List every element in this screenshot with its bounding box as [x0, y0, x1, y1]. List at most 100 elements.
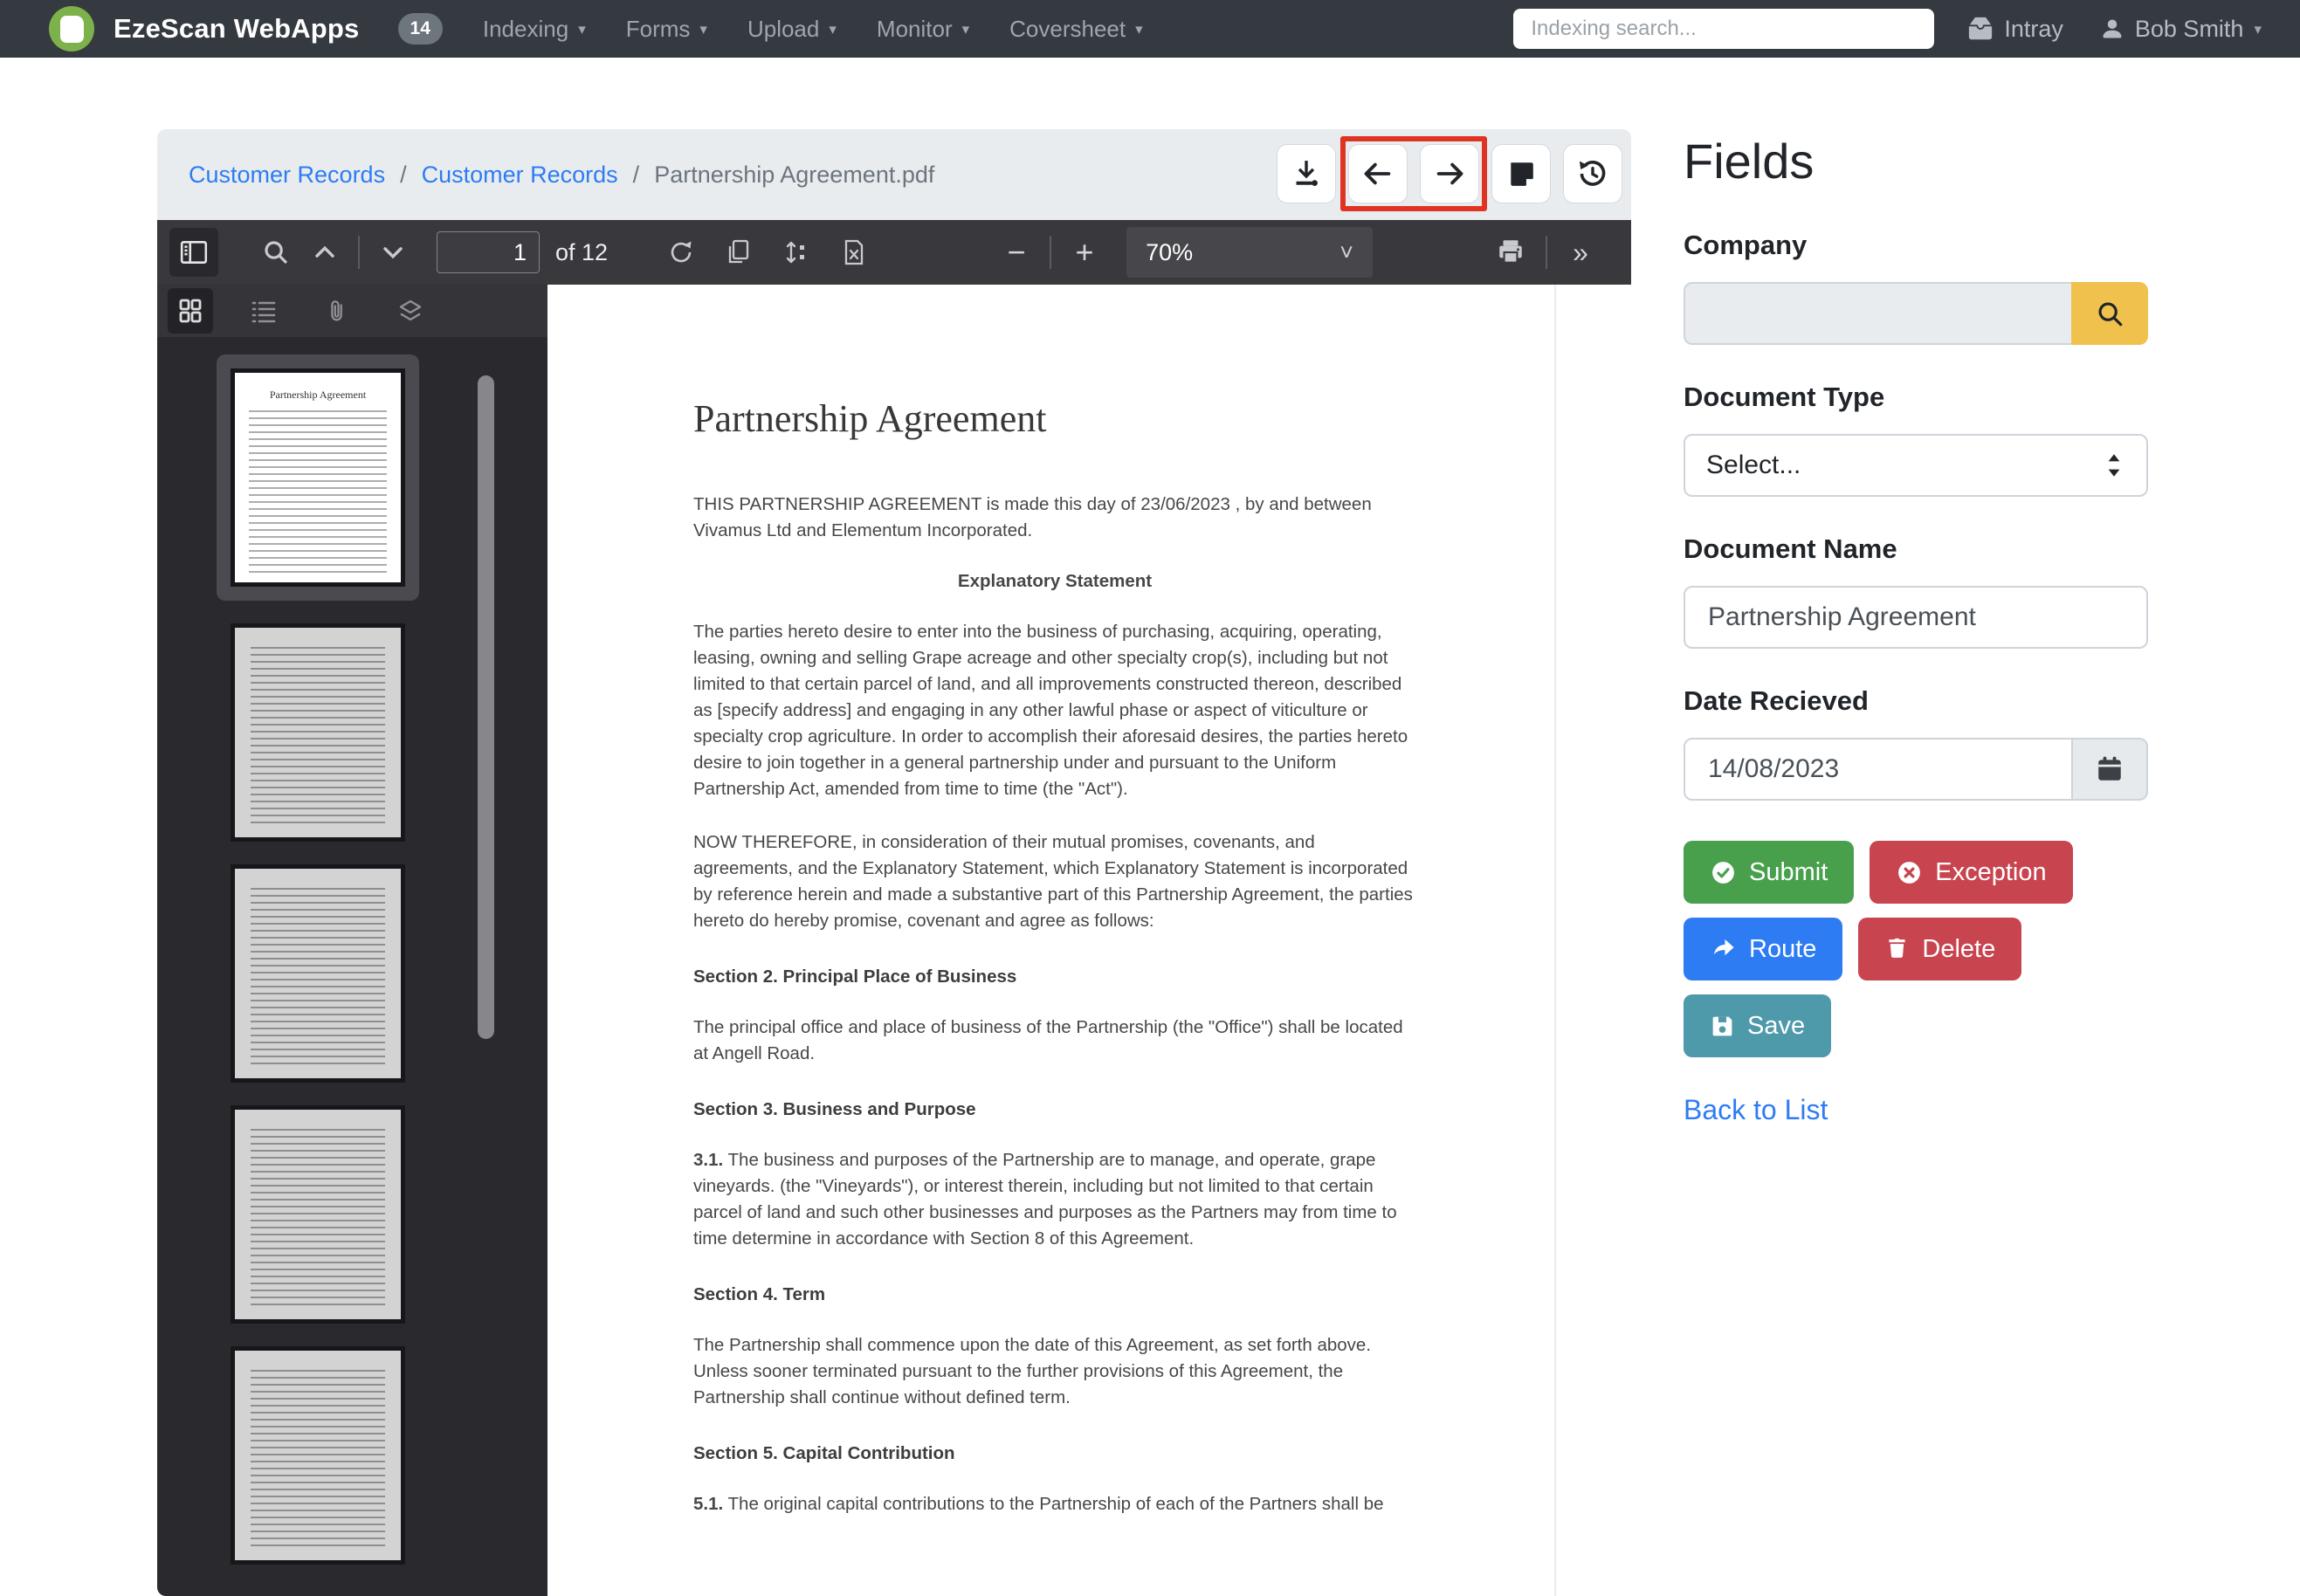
thumbnail-text-lines [251, 647, 385, 827]
thumbnail-page-3[interactable] [231, 864, 405, 1083]
company-search-button[interactable] [2071, 282, 2148, 345]
grid-icon [176, 297, 204, 325]
menu-monitor[interactable]: Monitor ▾ [877, 16, 969, 43]
clause-number: 5.1. [693, 1494, 723, 1514]
sidebar-toggle-icon [179, 237, 209, 267]
thumbnail-page-2[interactable] [231, 623, 405, 842]
document-type-label: Document Type [1684, 382, 2148, 413]
route-forward-icon [1710, 936, 1737, 963]
page-right-edge [1554, 285, 1556, 1596]
app-title[interactable]: EzeScan WebApps [114, 13, 360, 45]
caret-down-icon: ▾ [578, 22, 586, 37]
document-section-heading: Section 2. Principal Place of Business [693, 967, 1416, 987]
zoom-out-button[interactable]: − [992, 228, 1041, 277]
page-number-input[interactable] [437, 231, 540, 273]
layers-button[interactable] [388, 288, 433, 334]
document-action-toolbar [1277, 144, 1622, 203]
indexing-search-input[interactable] [1513, 9, 1934, 49]
document-type-field: Document Type Select... [1684, 382, 2148, 497]
thumbnail-sidebar: Partnership Agreement [157, 285, 547, 1596]
user-menu[interactable]: Bob Smith ▾ [2100, 16, 2262, 43]
thumbnail-page-1-selected[interactable]: Partnership Agreement [217, 354, 419, 601]
document-paragraph: 5.1. The original capital contributions … [693, 1491, 1416, 1517]
breadcrumb-current-file: Partnership Agreement.pdf [654, 162, 934, 189]
download-icon [1291, 159, 1321, 189]
date-picker-button[interactable] [2073, 738, 2148, 801]
submit-button[interactable]: Submit [1684, 841, 1854, 904]
thumbnail-scrollbar[interactable] [478, 375, 494, 1039]
document-paragraph: The Partnership shall commence upon the … [693, 1332, 1416, 1411]
document-paragraph: THIS PARTNERSHIP AGREEMENT is made this … [693, 492, 1416, 544]
thumbnail-page-5[interactable] [231, 1346, 405, 1565]
zoom-level-select[interactable]: 70% ˅ [1126, 227, 1373, 278]
layers-icon [396, 297, 424, 325]
date-received-label: Date Recieved [1684, 685, 2148, 717]
thumbnail-page-1[interactable]: Partnership Agreement [231, 368, 405, 587]
toggle-sidebar-button[interactable] [169, 228, 218, 277]
document-paragraph: 3.1. The business and purposes of the Pa… [693, 1147, 1416, 1252]
thumbnail-page-4[interactable] [231, 1105, 405, 1324]
previous-document-button[interactable] [1348, 144, 1408, 203]
calendar-icon [2095, 754, 2124, 784]
save-button[interactable]: Save [1684, 994, 1831, 1057]
menu-coversheet[interactable]: Coversheet ▾ [1009, 16, 1143, 43]
document-type-select[interactable]: Select... [1684, 434, 2148, 497]
history-button[interactable] [1563, 144, 1622, 203]
menu-upload[interactable]: Upload ▾ [747, 16, 837, 43]
document-section-heading: Section 5. Capital Contribution [693, 1443, 1416, 1464]
delete-button[interactable]: Delete [1858, 918, 2021, 980]
rotate-clockwise-icon [667, 238, 695, 266]
back-to-list-link[interactable]: Back to List [1684, 1094, 1828, 1126]
thumbnails-view-button[interactable] [168, 288, 213, 334]
logo-document-shape [60, 16, 84, 43]
next-document-button[interactable] [1420, 144, 1479, 203]
paperclip-icon [324, 298, 350, 324]
check-circle-icon [1710, 859, 1737, 886]
export-spreadsheet-button[interactable] [830, 228, 878, 277]
menu-forms[interactable]: Forms ▾ [626, 16, 707, 43]
document-subheading: Explanatory Statement [693, 571, 1416, 592]
search-icon [2095, 299, 2124, 328]
exception-button[interactable]: Exception [1870, 841, 2072, 904]
download-button[interactable] [1277, 144, 1336, 203]
select-arrows-icon [2103, 452, 2125, 478]
ezescan-logo-icon[interactable] [49, 6, 94, 52]
find-in-document-button[interactable] [251, 228, 300, 277]
thumbnail-text-lines [251, 1129, 385, 1309]
previous-page-button[interactable] [300, 228, 349, 277]
next-page-button[interactable] [368, 228, 417, 277]
breadcrumb-link-customer-records-1[interactable]: Customer Records [189, 162, 385, 189]
secondary-toolbar-button[interactable]: » [1556, 228, 1605, 277]
date-received-input[interactable] [1684, 738, 2073, 801]
note-button[interactable] [1491, 144, 1551, 203]
outline-view-button[interactable] [241, 288, 286, 334]
document-paragraph: The principal office and place of busine… [693, 1015, 1416, 1067]
document-section-heading: Section 4. Term [693, 1284, 1416, 1305]
document-paragraph: The parties hereto desire to enter into … [693, 619, 1416, 802]
intray-link[interactable]: Intray [1967, 16, 2063, 43]
menu-indexing[interactable]: Indexing ▾ [483, 16, 586, 43]
copy-pages-button[interactable] [714, 228, 763, 277]
zoom-in-button[interactable]: + [1060, 228, 1109, 277]
rotate-button[interactable] [657, 228, 706, 277]
page-count-label: of 12 [555, 239, 608, 266]
breadcrumb-separator: / [400, 162, 407, 189]
attachments-button[interactable] [314, 288, 360, 334]
sidebar-view-toolbar [157, 285, 547, 337]
document-name-field: Document Name [1684, 533, 2148, 649]
document-viewer-card: Customer Records / Customer Records / Pa… [157, 129, 1631, 1596]
document-name-input[interactable] [1684, 586, 2148, 649]
print-button[interactable] [1486, 228, 1535, 277]
thumbnail-text-lines [251, 1370, 385, 1550]
company-input[interactable] [1684, 282, 2071, 345]
pdf-page-content: Partnership Agreement THIS PARTNERSHIP A… [547, 285, 1438, 1517]
chevron-down-icon [380, 239, 406, 265]
thumbnail-list: Partnership Agreement [157, 354, 479, 1565]
scroll-mode-button[interactable] [772, 228, 821, 277]
caret-down-icon: ▾ [829, 22, 837, 37]
route-button[interactable]: Route [1684, 918, 1842, 980]
toolbar-divider [1546, 236, 1547, 269]
caret-down-icon: ▾ [1135, 22, 1143, 37]
breadcrumb-link-customer-records-2[interactable]: Customer Records [422, 162, 618, 189]
document-x-icon [840, 238, 868, 266]
